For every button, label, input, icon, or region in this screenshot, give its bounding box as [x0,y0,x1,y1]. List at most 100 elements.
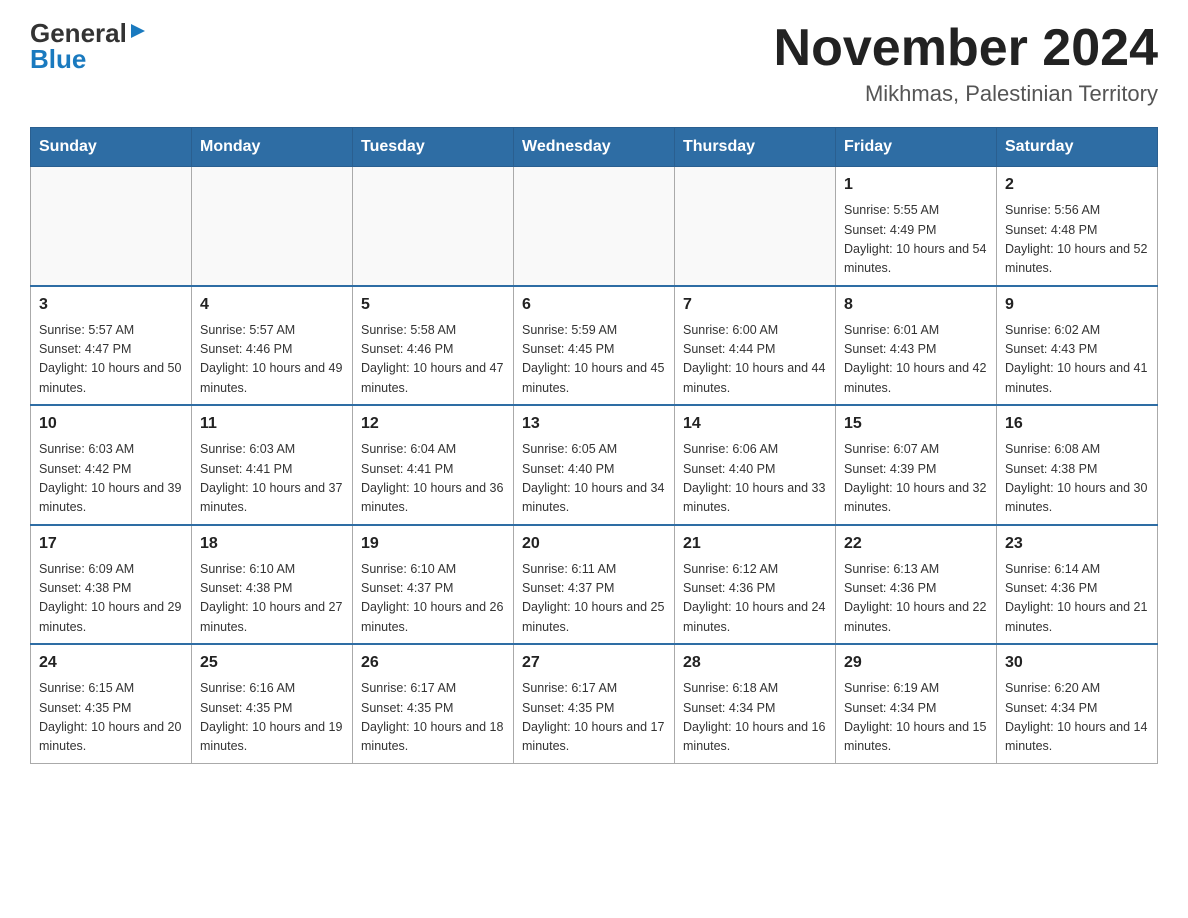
calendar-cell: 9Sunrise: 6:02 AM Sunset: 4:43 PM Daylig… [997,286,1158,406]
day-number: 20 [522,532,666,556]
day-info: Sunrise: 6:20 AM Sunset: 4:34 PM Dayligh… [1005,679,1149,757]
calendar-week-5: 24 Sunrise: 6:15 AM Sunset: 4:35 PM Dayli… [31,644,1158,763]
calendar-cell [31,167,192,286]
day-info: Sunrise: 6:07 AM Sunset: 4:39 PM Dayligh… [844,440,988,518]
day-info: Sunrise: 6:19 AM Sunset: 4:34 PM Dayligh… [844,679,988,757]
logo-general-text: General [30,20,127,46]
day-number: 12 [361,412,505,436]
calendar-cell: 22 Sunrise: 6:13 AM Sunset: 4:36 PM Dayli… [836,525,997,645]
day-info: Sunrise: 6:14 AM Sunset: 4:36 PM Dayligh… [1005,560,1149,638]
day-info: Sunrise: 6:10 AM Sunset: 4:38 PM Dayligh… [200,560,344,638]
day-number: 26 [361,651,505,675]
day-number: 4 [200,293,344,317]
calendar-cell: 5 Sunrise: 5:58 AM Sunset: 4:46 PM Daylig… [353,286,514,406]
calendar-cell: 20 Sunrise: 6:11 AM Sunset: 4:37 PM Dayli… [514,525,675,645]
calendar-cell: 7Sunrise: 6:00 AM Sunset: 4:44 PM Daylig… [675,286,836,406]
day-info: Sunrise: 6:15 AM Sunset: 4:35 PM Dayligh… [39,679,183,757]
calendar-cell: 2 Sunrise: 5:56 AM Sunset: 4:48 PM Daylig… [997,167,1158,286]
day-number: 3 [39,293,183,317]
day-info: Sunrise: 6:17 AM Sunset: 4:35 PM Dayligh… [361,679,505,757]
sub-title: Mikhmas, Palestinian Territory [774,81,1158,107]
day-info: Sunrise: 6:01 AM Sunset: 4:43 PM Dayligh… [844,321,988,399]
day-info: Sunrise: 6:10 AM Sunset: 4:37 PM Dayligh… [361,560,505,638]
day-number: 10 [39,412,183,436]
day-info: Sunrise: 6:03 AM Sunset: 4:41 PM Dayligh… [200,440,344,518]
calendar-cell [192,167,353,286]
day-number: 22 [844,532,988,556]
day-number: 16 [1005,412,1149,436]
day-info: Sunrise: 6:08 AM Sunset: 4:38 PM Dayligh… [1005,440,1149,518]
day-info: Sunrise: 5:58 AM Sunset: 4:46 PM Dayligh… [361,321,505,399]
day-number: 5 [361,293,505,317]
day-info: Sunrise: 5:57 AM Sunset: 4:46 PM Dayligh… [200,321,344,399]
day-info: Sunrise: 6:04 AM Sunset: 4:41 PM Dayligh… [361,440,505,518]
calendar-cell: 10 Sunrise: 6:03 AM Sunset: 4:42 PM Dayli… [31,405,192,525]
day-number: 7 [683,293,827,317]
day-info: Sunrise: 6:05 AM Sunset: 4:40 PM Dayligh… [522,440,666,518]
day-number: 24 [39,651,183,675]
calendar-cell: 11 Sunrise: 6:03 AM Sunset: 4:41 PM Dayli… [192,405,353,525]
calendar-cell: 23 Sunrise: 6:14 AM Sunset: 4:36 PM Dayli… [997,525,1158,645]
calendar-cell: 30 Sunrise: 6:20 AM Sunset: 4:34 PM Dayli… [997,644,1158,763]
calendar-week-1: 1 Sunrise: 5:55 AM Sunset: 4:49 PM Daylig… [31,167,1158,286]
day-number: 11 [200,412,344,436]
calendar-cell: 18 Sunrise: 6:10 AM Sunset: 4:38 PM Dayli… [192,525,353,645]
day-number: 13 [522,412,666,436]
day-number: 2 [1005,173,1149,197]
calendar-cell: 6 Sunrise: 5:59 AM Sunset: 4:45 PM Daylig… [514,286,675,406]
day-number: 27 [522,651,666,675]
day-number: 1 [844,173,988,197]
day-info: Sunrise: 6:11 AM Sunset: 4:37 PM Dayligh… [522,560,666,638]
day-number: 18 [200,532,344,556]
day-number: 15 [844,412,988,436]
logo-blue-text: Blue [30,46,86,72]
calendar-cell: 3Sunrise: 5:57 AM Sunset: 4:47 PM Daylig… [31,286,192,406]
day-number: 21 [683,532,827,556]
day-info: Sunrise: 5:55 AM Sunset: 4:49 PM Dayligh… [844,201,988,279]
day-info: Sunrise: 6:17 AM Sunset: 4:35 PM Dayligh… [522,679,666,757]
calendar-week-2: 3Sunrise: 5:57 AM Sunset: 4:47 PM Daylig… [31,286,1158,406]
day-number: 29 [844,651,988,675]
day-number: 25 [200,651,344,675]
calendar-table: SundayMondayTuesdayWednesdayThursdayFrid… [30,127,1158,764]
calendar-cell: 29 Sunrise: 6:19 AM Sunset: 4:34 PM Dayli… [836,644,997,763]
day-info: Sunrise: 6:12 AM Sunset: 4:36 PM Dayligh… [683,560,827,638]
header-thursday: Thursday [675,128,836,167]
day-info: Sunrise: 6:03 AM Sunset: 4:42 PM Dayligh… [39,440,183,518]
calendar-cell: 25 Sunrise: 6:16 AM Sunset: 4:35 PM Dayli… [192,644,353,763]
calendar-cell: 19 Sunrise: 6:10 AM Sunset: 4:37 PM Dayli… [353,525,514,645]
calendar-cell: 14Sunrise: 6:06 AM Sunset: 4:40 PM Dayli… [675,405,836,525]
calendar-week-4: 17 Sunrise: 6:09 AM Sunset: 4:38 PM Dayli… [31,525,1158,645]
day-info: Sunrise: 6:09 AM Sunset: 4:38 PM Dayligh… [39,560,183,638]
title-area: November 2024 Mikhmas, Palestinian Terri… [774,20,1158,107]
header-friday: Friday [836,128,997,167]
day-number: 19 [361,532,505,556]
calendar-cell: 16 Sunrise: 6:08 AM Sunset: 4:38 PM Dayli… [997,405,1158,525]
logo: General Blue [30,20,147,72]
calendar-cell: 4 Sunrise: 5:57 AM Sunset: 4:46 PM Daylig… [192,286,353,406]
logo-triangle-icon [129,22,147,40]
calendar-header-row: SundayMondayTuesdayWednesdayThursdayFrid… [31,128,1158,167]
day-info: Sunrise: 6:18 AM Sunset: 4:34 PM Dayligh… [683,679,827,757]
day-number: 6 [522,293,666,317]
main-title: November 2024 [774,20,1158,77]
day-number: 9 [1005,293,1149,317]
calendar-cell: 13 Sunrise: 6:05 AM Sunset: 4:40 PM Dayli… [514,405,675,525]
day-number: 23 [1005,532,1149,556]
calendar-cell: 12 Sunrise: 6:04 AM Sunset: 4:41 PM Dayli… [353,405,514,525]
day-number: 28 [683,651,827,675]
day-info: Sunrise: 6:16 AM Sunset: 4:35 PM Dayligh… [200,679,344,757]
day-info: Sunrise: 6:13 AM Sunset: 4:36 PM Dayligh… [844,560,988,638]
calendar-cell: 1 Sunrise: 5:55 AM Sunset: 4:49 PM Daylig… [836,167,997,286]
header-saturday: Saturday [997,128,1158,167]
calendar-cell: 15 Sunrise: 6:07 AM Sunset: 4:39 PM Dayli… [836,405,997,525]
calendar-cell [675,167,836,286]
day-number: 8 [844,293,988,317]
day-info: Sunrise: 5:59 AM Sunset: 4:45 PM Dayligh… [522,321,666,399]
calendar-cell [514,167,675,286]
calendar-cell: 21 Sunrise: 6:12 AM Sunset: 4:36 PM Dayli… [675,525,836,645]
calendar-cell: 28 Sunrise: 6:18 AM Sunset: 4:34 PM Dayli… [675,644,836,763]
day-number: 17 [39,532,183,556]
day-info: Sunrise: 5:56 AM Sunset: 4:48 PM Dayligh… [1005,201,1149,279]
day-number: 30 [1005,651,1149,675]
